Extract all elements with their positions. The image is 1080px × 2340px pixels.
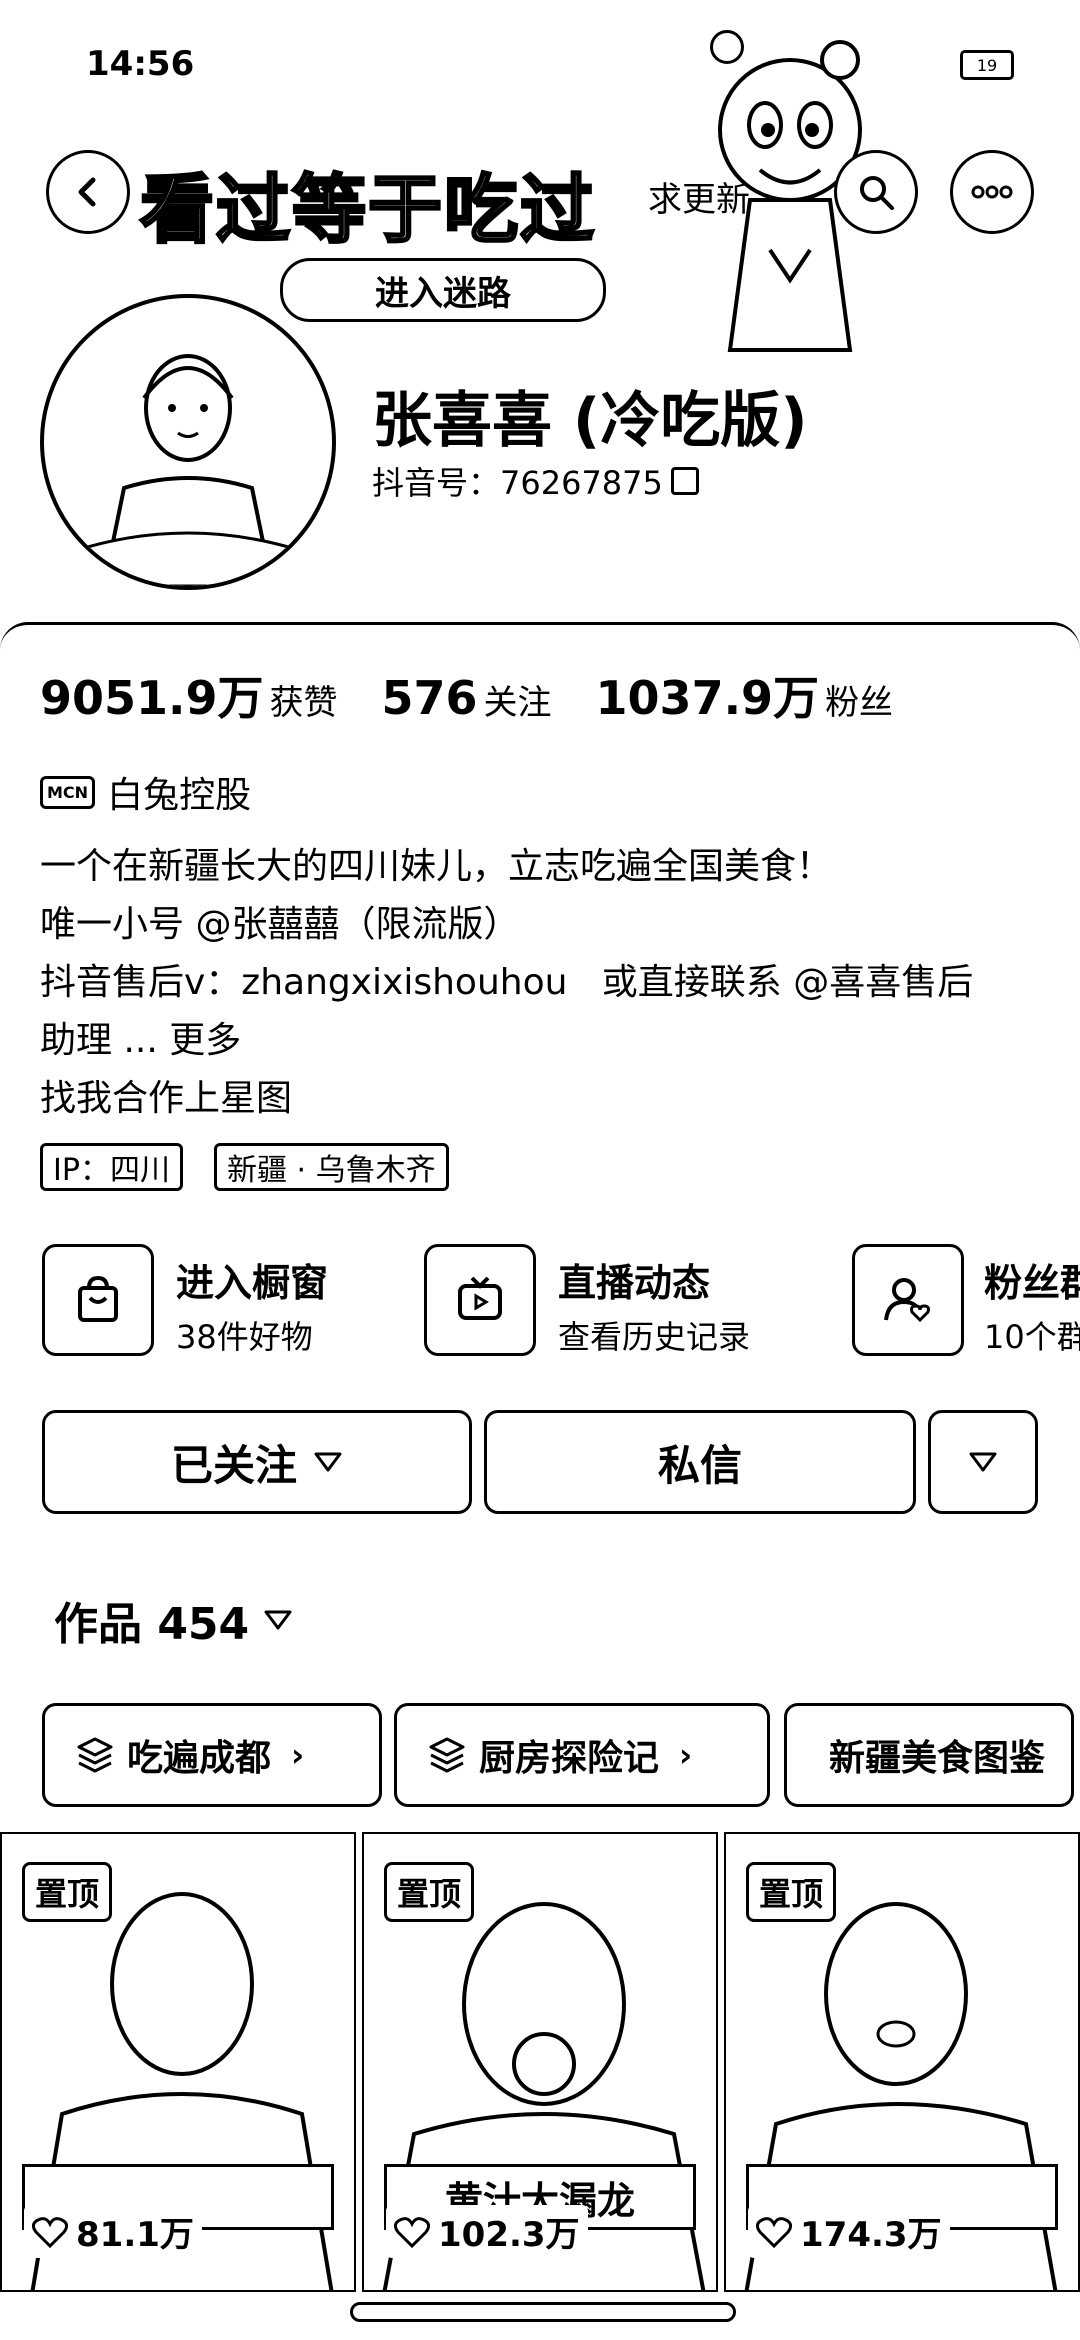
stat-following[interactable]: 576 关注	[382, 671, 552, 725]
chevron-right-icon: ›	[679, 1736, 693, 1774]
shopping-bag-icon	[78, 1275, 118, 1322]
collection-chip-1[interactable]: 吃遍成都 ›	[42, 1703, 382, 1807]
shop-window-button[interactable]	[42, 1244, 154, 1356]
more-actions-dropdown[interactable]	[928, 1410, 1038, 1514]
stat-followers[interactable]: 1037.9万 粉丝	[596, 662, 894, 728]
tag-ip: IP：四川	[40, 1143, 183, 1191]
banner-title: 看过等于吃过	[139, 166, 596, 255]
heart-icon	[394, 2216, 430, 2248]
chevron-left-icon	[78, 177, 96, 207]
collection-label: 吃遍成都	[127, 1738, 272, 1779]
video-thumbnail[interactable]: 置顶 黄汁大漏龙 102.3万	[362, 1832, 718, 2292]
profile-name: 张喜喜 (冷吃版)	[372, 386, 808, 456]
fan-group-button[interactable]	[852, 1244, 964, 1356]
mcn-row[interactable]: MCN 白兔控股	[40, 766, 251, 818]
video-likes: 102.3万	[386, 2205, 588, 2258]
followed-label: 已关注	[170, 1440, 297, 1490]
caret-down-icon	[314, 1452, 342, 1472]
status-time: 14:56	[86, 44, 195, 84]
fan-group-title[interactable]: 粉丝群	[984, 1252, 1080, 1307]
bio-line-2: 唯一小号 @张囍囍（限流版）	[40, 904, 520, 945]
shop-window-sub: 38件好物	[176, 1318, 313, 1356]
search-button[interactable]	[834, 150, 918, 234]
stat-likes-label: 获赞	[269, 683, 338, 723]
user-heart-icon	[884, 1278, 930, 1323]
caret-down-icon	[969, 1452, 997, 1472]
caret-down-icon	[264, 1610, 292, 1630]
collection-chip-2[interactable]: 厨房探险记 ›	[394, 1703, 770, 1807]
chevron-right-icon: ›	[291, 1736, 305, 1774]
bio-line-3: 抖音售后v：zhangxixishouhou 或直接联系 @喜喜售后	[40, 962, 974, 1003]
battery-level: 19	[976, 55, 998, 75]
back-button[interactable]	[46, 150, 130, 234]
heart-icon	[32, 2216, 68, 2248]
live-history-title[interactable]: 直播动态	[558, 1252, 710, 1307]
pinned-badge: 置顶	[22, 1862, 113, 1922]
video-likes-count: 174.3万	[800, 2215, 942, 2255]
douyin-id[interactable]: 抖音号：76267875	[372, 458, 699, 504]
stat-likes-num: 9051.9万	[40, 671, 264, 725]
stat-followers-label: 粉丝	[825, 683, 894, 723]
collection-chip-3[interactable]: 新疆美食图鉴	[784, 1703, 1074, 1807]
mcn-name: 白兔控股	[107, 775, 252, 816]
video-likes-count: 81.1万	[76, 2215, 194, 2255]
video-likes: 81.1万	[24, 2205, 202, 2258]
followed-button[interactable]: 已关注	[42, 1410, 472, 1514]
pinned-badge: 置顶	[384, 1862, 475, 1922]
works-filter[interactable]: 作品 454	[54, 1588, 293, 1652]
collection-label: 新疆美食图鉴	[829, 1738, 1046, 1779]
shop-window-title[interactable]: 进入橱窗	[176, 1252, 328, 1307]
live-history-sub: 查看历史记录	[558, 1318, 751, 1356]
mcn-badge: MCN	[40, 775, 96, 809]
avatar-portrait	[72, 354, 306, 586]
bio-line-1: 一个在新疆长大的四川妹儿，立志吃遍全国美食！	[40, 846, 833, 887]
fan-group-sub: 10个群	[984, 1318, 1080, 1356]
video-likes-count: 102.3万	[438, 2215, 580, 2255]
live-history-button[interactable]	[424, 1244, 536, 1356]
video-thumbnail[interactable]: 置顶 81.1万	[0, 1832, 356, 2292]
stat-followers-num: 1037.9万	[595, 671, 820, 725]
avatar[interactable]	[40, 294, 336, 590]
banner-subtitle: 进入迷路	[280, 258, 606, 322]
stat-following-num: 576	[381, 671, 478, 725]
battery-icon: 19	[960, 50, 1014, 80]
home-indicator[interactable]	[350, 2302, 736, 2322]
message-label: 私信	[657, 1440, 742, 1490]
video-thumbnail[interactable]: 置顶 174.3万	[724, 1832, 1080, 2292]
stat-following-label: 关注	[483, 683, 552, 723]
search-hint-text: 求更新	[648, 180, 750, 220]
works-label: 作品 454	[54, 1599, 250, 1650]
search-icon	[860, 176, 894, 210]
tag-location: 新疆 · 乌鲁木齐	[214, 1143, 449, 1191]
copy-icon	[670, 467, 699, 495]
heart-icon	[756, 2216, 792, 2248]
tv-icon	[458, 1276, 502, 1320]
layers-icon	[77, 1737, 113, 1773]
message-button[interactable]: 私信	[484, 1410, 916, 1514]
douyin-id-text: 抖音号：76267875	[372, 464, 663, 502]
video-likes: 174.3万	[748, 2205, 950, 2258]
stat-likes[interactable]: 9051.9万 获赞	[40, 662, 338, 728]
more-dots-icon	[971, 185, 1013, 199]
more-button[interactable]	[950, 150, 1034, 234]
collection-label: 厨房探险记	[479, 1738, 660, 1779]
layers-icon	[429, 1737, 465, 1773]
bio-line-4-more[interactable]: 助理 ... 更多	[40, 1016, 241, 1066]
stats-row: 9051.9万 获赞 576 关注 1037.9万 粉丝	[40, 662, 893, 728]
pinned-badge: 置顶	[746, 1862, 837, 1922]
bio-line-5[interactable]: 找我合作上星图	[40, 1074, 292, 1124]
